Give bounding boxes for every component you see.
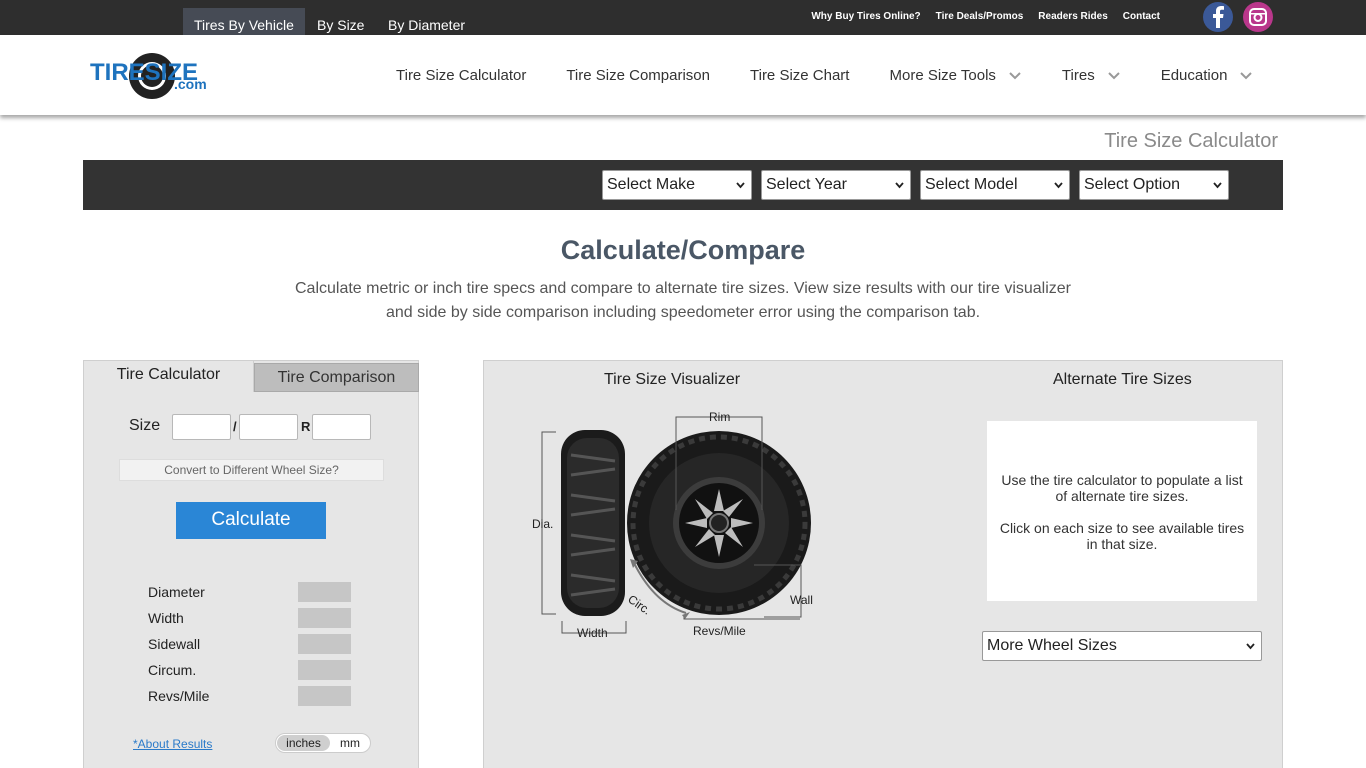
intro-line-1: Calculate metric or inch tire specs and …: [294, 280, 1071, 297]
width-input[interactable]: [172, 414, 231, 440]
more-wheel-sizes-value: More Wheel Sizes: [987, 637, 1117, 654]
result-value-width: [298, 608, 351, 628]
aspect-ratio-input[interactable]: [239, 414, 298, 440]
alternate-sizes-title: Alternate Tire Sizes: [1053, 371, 1192, 388]
circ-label: Circ.: [625, 592, 653, 618]
width-label: Width: [577, 626, 608, 640]
nav-tire-size-comparison[interactable]: Tire Size Comparison: [566, 67, 710, 84]
tire-diagram: Rim Dia. Circ. Wall Width Revs/Mile: [532, 410, 813, 640]
result-value-diameter: [298, 582, 351, 602]
chevron-down-icon: [1054, 182, 1063, 189]
nav-tire-size-calculator[interactable]: Tire Size Calculator: [396, 67, 526, 84]
alternate-sizes-text: Use the tire calculator to populate a li…: [998, 472, 1246, 552]
result-value-sidewall: [298, 634, 351, 654]
select-model[interactable]: Select Model: [920, 170, 1070, 200]
size-label: Size: [129, 417, 161, 434]
chevron-down-icon: [1240, 71, 1253, 79]
nav-label: Education: [1160, 67, 1228, 84]
nav-label: Tire Size Comparison: [566, 67, 710, 84]
top-link-deals[interactable]: Tire Deals/Promos: [936, 11, 1024, 22]
main-title: Calculate/Compare: [560, 235, 806, 265]
main-nav: Tire Size Calculator Tire Size Compariso…: [396, 67, 1293, 84]
chevron-down-icon: [1107, 71, 1120, 79]
result-label-revs-mile: Revs/Mile: [148, 688, 210, 704]
wall-label: Wall: [790, 593, 813, 607]
chevron-down-icon: [895, 182, 904, 189]
page-heading: Tire Size Calculator: [1104, 130, 1278, 152]
nav-tire-size-chart[interactable]: Tire Size Chart: [750, 67, 849, 84]
result-label-diameter: Diameter: [148, 584, 205, 600]
visualizer-title: Tire Size Visualizer: [604, 371, 741, 388]
r-separator: R: [301, 419, 311, 434]
nav-label: Tire Size Calculator: [396, 67, 527, 84]
top-link-readers-rides[interactable]: Readers Rides: [1038, 11, 1107, 22]
result-label-width: Width: [148, 610, 184, 626]
result-value-circumference: [298, 660, 351, 680]
chevron-down-icon: [1213, 182, 1222, 189]
dia-label: Dia.: [532, 517, 553, 531]
facebook-icon[interactable]: [1203, 2, 1233, 32]
select-option-value: Select Option: [1084, 176, 1181, 193]
unit-inches[interactable]: inches: [277, 735, 330, 751]
rim-label: Rim: [709, 410, 730, 424]
tire-front-view: [627, 431, 811, 615]
select-year-value: Select Year: [766, 176, 847, 193]
revs-mile-label: Revs/Mile: [693, 624, 746, 638]
nav-label: Tire Size Chart: [750, 67, 850, 84]
select-year[interactable]: Select Year: [761, 170, 911, 200]
nav-tires[interactable]: Tires: [1062, 67, 1121, 84]
more-wheel-sizes-select[interactable]: More Wheel Sizes: [982, 631, 1262, 661]
chevron-down-icon: [1246, 643, 1255, 650]
tab-tire-calculator[interactable]: Tire Calculator: [83, 360, 254, 392]
alternate-text-1: Use the tire calculator to populate a li…: [1001, 472, 1243, 504]
top-link-contact[interactable]: Contact: [1123, 11, 1160, 22]
slash-separator: /: [233, 419, 237, 434]
unit-toggle[interactable]: inches mm: [275, 733, 371, 753]
logo-sub: .com: [174, 76, 207, 92]
tiresize-logo[interactable]: TIRESIZE .com: [90, 49, 235, 101]
select-model-value: Select Model: [925, 176, 1018, 193]
calculate-button[interactable]: Calculate: [176, 502, 326, 539]
about-results-link[interactable]: *About Results: [133, 737, 212, 751]
nav-more-size-tools[interactable]: More Size Tools: [889, 67, 1021, 84]
intro-text: Calculate metric or inch tire specs and …: [283, 277, 1083, 325]
top-links: Why Buy Tires Online? Tire Deals/Promos …: [811, 11, 1160, 22]
convert-wheel-size-button[interactable]: Convert to Different Wheel Size?: [119, 459, 384, 481]
chevron-down-icon: [736, 182, 745, 189]
site-header: TIRESIZE .com Tire Size Calculator Tire …: [0, 35, 1366, 115]
rim-input[interactable]: [312, 414, 371, 440]
select-make[interactable]: Select Make: [602, 170, 752, 200]
intro-line-2: and side by side comparison including sp…: [385, 304, 981, 321]
unit-mm[interactable]: mm: [340, 735, 360, 751]
tab-tire-comparison[interactable]: Tire Comparison: [254, 363, 419, 392]
select-make-value: Select Make: [607, 176, 696, 193]
chevron-down-icon: [1009, 71, 1021, 79]
tire-side-view: [561, 430, 625, 616]
instagram-icon[interactable]: [1243, 2, 1273, 32]
select-option[interactable]: Select Option: [1079, 170, 1229, 200]
alternate-text-2: Click on each size to see available tire…: [999, 520, 1245, 552]
nav-education[interactable]: Education: [1161, 67, 1254, 84]
nav-label: More Size Tools: [889, 67, 996, 84]
nav-label: Tires: [1061, 67, 1095, 84]
top-link-why-buy[interactable]: Why Buy Tires Online?: [811, 11, 920, 22]
result-label-sidewall: Sidewall: [148, 636, 201, 652]
result-label-circumference: Circum.: [148, 662, 197, 678]
result-value-revs-mile: [298, 686, 351, 706]
